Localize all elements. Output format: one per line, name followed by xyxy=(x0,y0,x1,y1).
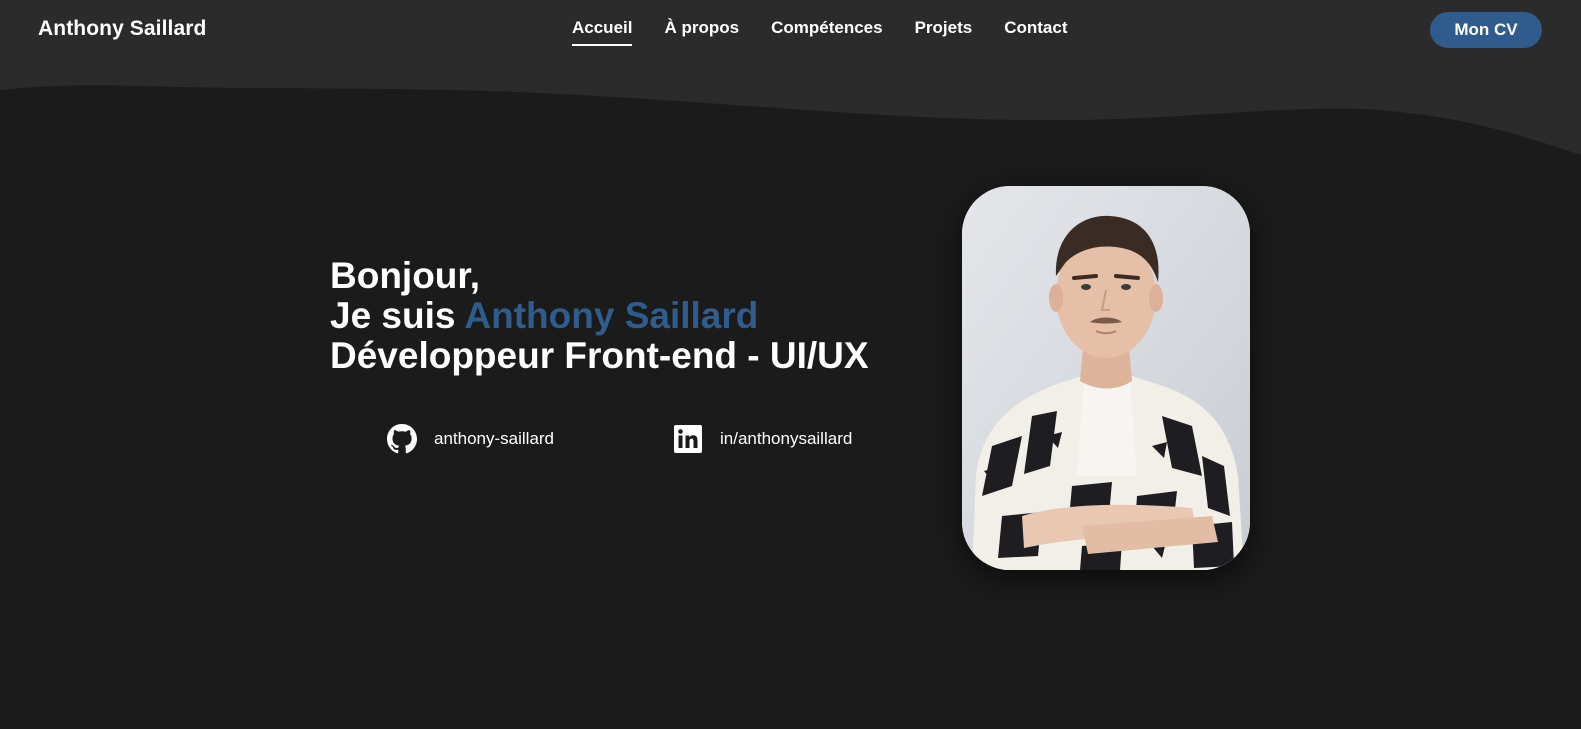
github-link[interactable]: anthony-saillard xyxy=(387,424,554,454)
linkedin-link[interactable]: in/anthonysaillard xyxy=(673,424,852,454)
main-nav: Accueil À propos Compétences Projets Con… xyxy=(572,18,1100,46)
github-label: anthony-saillard xyxy=(434,429,555,448)
site-brand[interactable]: Anthony Saillard xyxy=(38,17,206,41)
nav-item-a-propos[interactable]: À propos xyxy=(664,18,739,44)
cv-button[interactable]: Mon CV xyxy=(1430,12,1542,48)
nav-item-accueil[interactable]: Accueil xyxy=(572,18,633,46)
hero-name: Anthony Saillard xyxy=(464,295,759,336)
github-icon xyxy=(387,424,417,454)
linkedin-label: in/anthonysaillard xyxy=(720,429,853,448)
nav-item-contact[interactable]: Contact xyxy=(1004,18,1067,44)
nav-item-competences[interactable]: Compétences xyxy=(771,18,882,44)
hero-greeting: Bonjour, xyxy=(330,255,481,296)
nav-item-projets[interactable]: Projets xyxy=(915,18,973,44)
linkedin-icon xyxy=(673,424,703,454)
hero-intro-prefix: Je suis xyxy=(330,295,465,336)
hero-role: Développeur Front-end - UI/UX xyxy=(330,335,869,376)
hero-intro: Je suis Anthony Saillard xyxy=(330,296,869,336)
profile-photo xyxy=(962,186,1250,570)
page: Anthony Saillard Accueil À propos Compét… xyxy=(0,0,1581,729)
hero-heading: Bonjour, Je suis Anthony Saillard Dévelo… xyxy=(330,256,869,376)
